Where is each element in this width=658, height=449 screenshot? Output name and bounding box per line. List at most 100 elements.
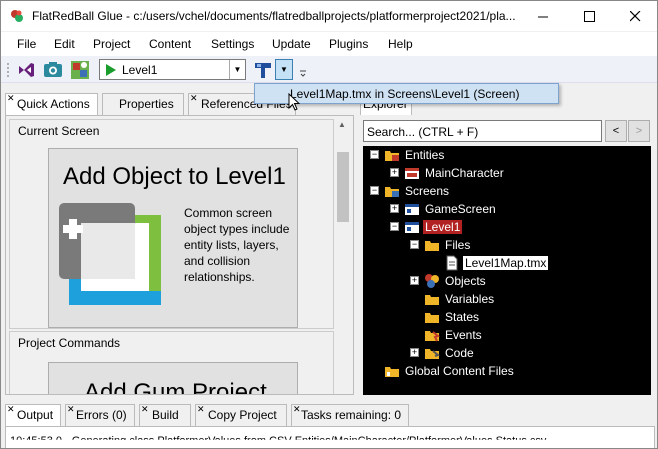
add-object-icon (59, 203, 161, 305)
menu-plugins[interactable]: Plugins (329, 37, 368, 51)
current-screen-section: Current Screen Add Object to Level1 Comm… (9, 119, 334, 329)
project-commands-section: Project Commands Add Gum Project (9, 331, 334, 395)
search-input[interactable]: Search... (CTRL + F) (363, 120, 602, 142)
folder-icon (385, 187, 399, 197)
window-title: FlatRedBall Glue - c:/users/vchel/docume… (32, 9, 516, 23)
collapse-icon[interactable]: − (410, 240, 419, 249)
tab-label: Output (17, 408, 54, 422)
folder-icon (425, 313, 439, 323)
forward-label: > (635, 125, 643, 137)
output-panel: 10:45:53.0 - Generating class Platformer… (5, 426, 655, 448)
tab-label: Copy Project (208, 408, 277, 422)
close-icon[interactable]: ✕ (197, 404, 205, 415)
explorer-panel: Search... (CTRL + F) < > − Entities + Ma… (360, 115, 653, 397)
close-icon[interactable]: ✕ (293, 404, 301, 415)
back-button[interactable]: < (605, 120, 627, 142)
tab-label: Build (152, 408, 179, 422)
tab-quick-actions[interactable]: ✕ Quick Actions (5, 93, 98, 115)
toolbar-dropdown-button[interactable]: ▼ (275, 59, 293, 80)
add-object-button[interactable]: Add Object to Level1 Common screen objec… (48, 148, 298, 328)
menu-settings[interactable]: Settings (211, 37, 254, 51)
section-header: Current Screen (18, 124, 100, 138)
mouse-cursor-icon (288, 93, 300, 111)
screen-icon (405, 222, 419, 233)
close-icon[interactable]: ✕ (7, 404, 15, 415)
screen-combo-value: Level1 (122, 63, 158, 77)
project-tree: − Entities + MainCharacter − Screens + G… (363, 146, 651, 395)
collapse-icon[interactable]: − (370, 150, 379, 159)
bottom-tabs: ✕ Output ✕ Errors (0) ✕ Build ✕ Copy Pro… (5, 404, 645, 426)
tab-copy-project[interactable]: ✕ Copy Project (195, 404, 287, 426)
minimize-icon (537, 16, 548, 17)
maximize-button[interactable] (566, 1, 612, 31)
glue-settings-icon[interactable] (69, 59, 91, 81)
close-icon[interactable]: ✕ (7, 93, 15, 104)
toolbar-grip-icon (7, 63, 9, 77)
tab-label: Tasks remaining: 0 (301, 408, 402, 422)
menu-project[interactable]: Project (93, 37, 130, 51)
close-icon[interactable]: ✕ (190, 94, 198, 104)
folder-icon (425, 241, 439, 251)
screen-combo[interactable]: Level1 ▼ (99, 59, 246, 80)
entity-icon (405, 168, 419, 179)
menu-edit[interactable]: Edit (54, 37, 75, 51)
add-object-title: Add Object to Level1 (63, 163, 286, 190)
glue-window: FlatRedBall Glue - c:/users/vchel/docume… (0, 0, 658, 449)
tab-errors[interactable]: ✕ Errors (0) (65, 404, 135, 426)
add-object-description: Common screen object types include entit… (184, 206, 290, 284)
scrollbar-thumb[interactable] (337, 152, 349, 222)
glue-app-icon (11, 10, 23, 22)
expand-icon[interactable]: + (390, 204, 399, 213)
events-icon (425, 331, 440, 342)
tab-label: Quick Actions (17, 97, 90, 111)
tree-layout-icon[interactable] (252, 59, 274, 81)
minimize-button[interactable] (520, 1, 566, 31)
chevron-down-icon[interactable]: ▼ (229, 60, 245, 79)
output-log: 10:45:53.0 - Generating class Platformer… (10, 435, 547, 447)
title-bar: FlatRedBall Glue - c:/users/vchel/docume… (1, 1, 657, 31)
tab-output[interactable]: ✕ Output (5, 404, 61, 426)
overflow-icon[interactable] (300, 70, 307, 78)
expand-icon[interactable]: + (410, 276, 419, 285)
back-label: < (612, 125, 620, 137)
close-icon[interactable]: ✕ (67, 404, 75, 415)
search-placeholder: Search... (CTRL + F) (367, 125, 479, 139)
collapse-icon[interactable]: − (370, 186, 379, 195)
camera-icon[interactable] (42, 59, 64, 81)
close-icon (629, 10, 640, 21)
dropdown-item-level1map[interactable]: Level1Map.tmx in Screens\Level1 (Screen) (290, 87, 519, 101)
play-icon (106, 64, 116, 76)
expand-icon[interactable]: + (390, 168, 399, 177)
close-icon[interactable]: ✕ (141, 404, 149, 415)
close-button[interactable] (612, 1, 657, 31)
add-gum-title: Add Gum Project (84, 379, 267, 395)
folder-icon (425, 295, 439, 305)
file-icon (446, 255, 458, 271)
forward-button[interactable]: > (628, 120, 650, 142)
code-icon (425, 349, 440, 359)
tab-properties[interactable]: Properties (102, 93, 184, 115)
tab-label: Properties (119, 97, 174, 111)
folder-icon (385, 367, 399, 377)
toolbar: Level1 ▼ ▼ (1, 56, 657, 83)
menu-file[interactable]: File (17, 37, 36, 51)
menu-bar: File Edit Project Content Settings Updat… (1, 32, 657, 56)
tab-build[interactable]: ✕ Build (139, 404, 191, 426)
maximize-icon (583, 10, 595, 22)
folder-icon (385, 151, 399, 161)
add-gum-project-button[interactable]: Add Gum Project (48, 362, 298, 395)
objects-icon (425, 274, 439, 288)
screen-icon (405, 204, 419, 215)
menu-help[interactable]: Help (388, 37, 413, 51)
chevron-down-icon: ▼ (280, 65, 288, 74)
collapse-icon[interactable]: − (390, 222, 399, 231)
vertical-scrollbar[interactable]: ▲ (334, 116, 352, 394)
expand-icon[interactable]: + (410, 348, 419, 357)
menu-update[interactable]: Update (272, 37, 311, 51)
visual-studio-icon[interactable] (15, 59, 37, 81)
tab-tasks[interactable]: ✕ Tasks remaining: 0 (291, 404, 409, 426)
tab-label: Errors (0) (76, 408, 127, 422)
section-header: Project Commands (18, 336, 121, 350)
scroll-up-icon[interactable]: ▲ (338, 120, 346, 129)
menu-content[interactable]: Content (149, 37, 191, 51)
